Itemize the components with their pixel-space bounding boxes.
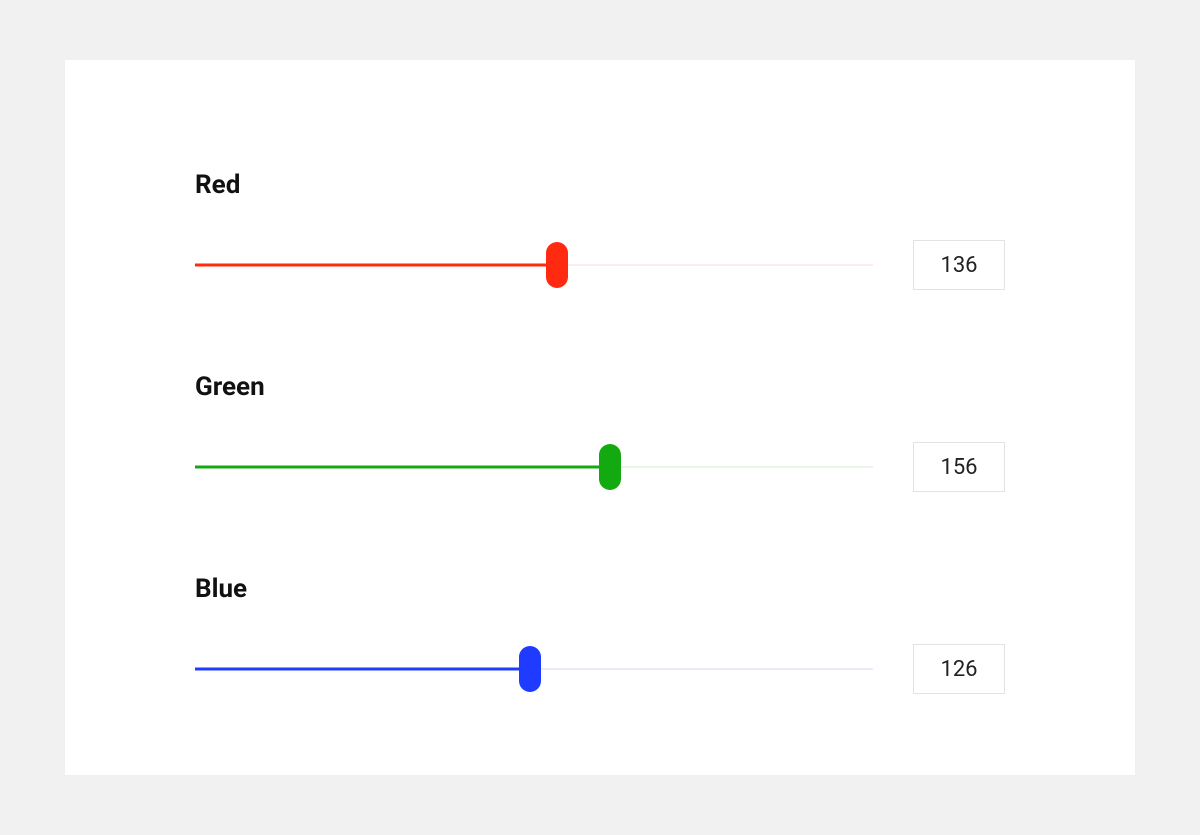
green-value-input[interactable] — [913, 442, 1005, 492]
green-thumb[interactable] — [599, 444, 621, 490]
red-value-input[interactable] — [913, 240, 1005, 290]
color-sliders-panel: Red Green Blue — [65, 60, 1135, 775]
blue-slider[interactable] — [195, 649, 873, 689]
green-track-fill — [195, 466, 610, 469]
green-label: Green — [195, 372, 1005, 402]
green-slider-row — [195, 442, 1005, 492]
red-slider-group: Red — [195, 170, 1005, 290]
red-label: Red — [195, 170, 1005, 200]
blue-slider-group: Blue — [195, 574, 1005, 694]
red-thumb[interactable] — [546, 242, 568, 288]
green-slider-group: Green — [195, 372, 1005, 492]
blue-thumb[interactable] — [519, 646, 541, 692]
green-slider[interactable] — [195, 447, 873, 487]
blue-track-fill — [195, 668, 530, 671]
red-slider-row — [195, 240, 1005, 290]
red-slider[interactable] — [195, 245, 873, 285]
blue-slider-row — [195, 644, 1005, 694]
blue-label: Blue — [195, 574, 1005, 604]
red-track-fill — [195, 264, 557, 267]
blue-value-input[interactable] — [913, 644, 1005, 694]
